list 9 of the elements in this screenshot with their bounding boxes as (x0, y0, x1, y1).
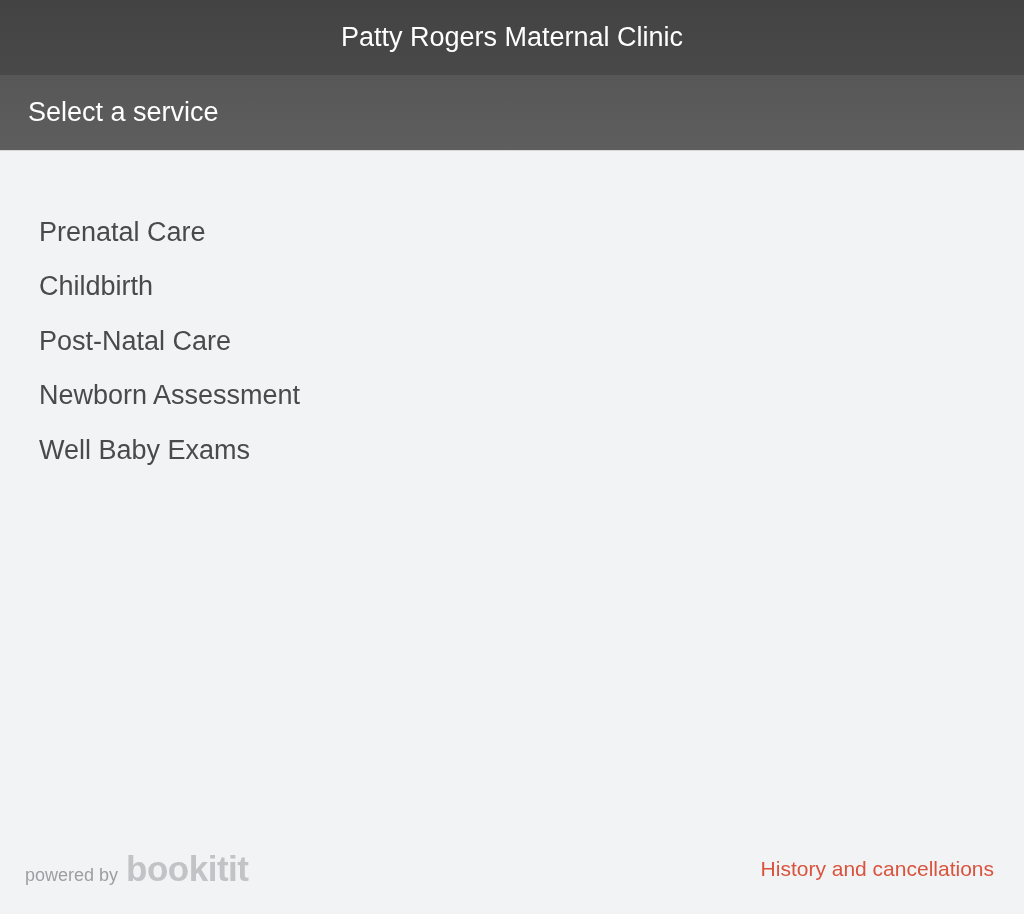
history-link[interactable]: History and cancellations (760, 857, 994, 881)
service-link[interactable]: Newborn Assessment (39, 380, 301, 412)
service-link[interactable]: Post-Natal Care (39, 325, 232, 357)
service-link[interactable]: Well Baby Exams (39, 434, 251, 466)
powered-by-text: powered by (25, 865, 119, 886)
service-link[interactable]: Prenatal Care (39, 216, 206, 248)
clinic-title: Patty Rogers Maternal Clinic (340, 22, 684, 53)
section-title: Select a service (28, 97, 219, 128)
service-link[interactable]: Childbirth (39, 271, 154, 303)
